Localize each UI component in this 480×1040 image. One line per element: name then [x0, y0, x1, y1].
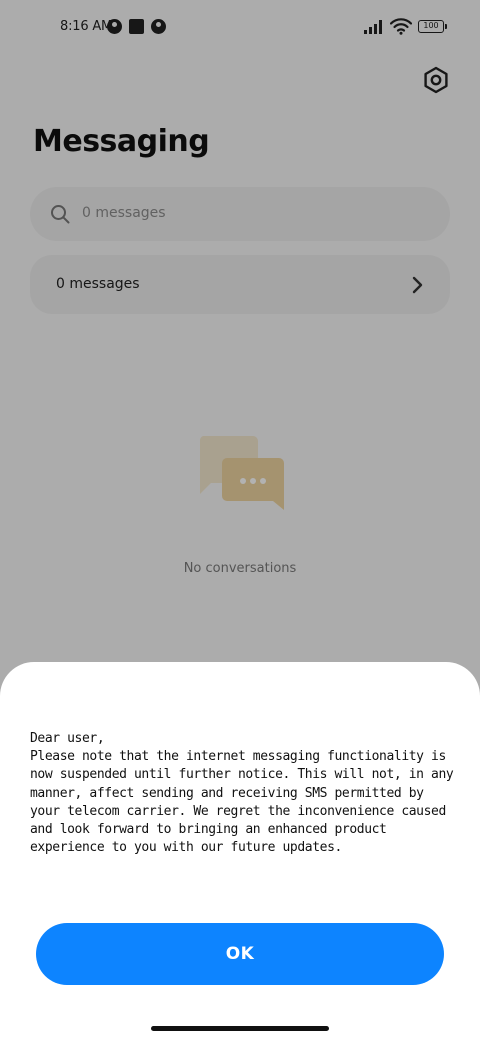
notice-dialog: Dear user, Please note that the internet… — [0, 662, 480, 1040]
ok-button[interactable]: OK — [36, 923, 444, 985]
home-indicator[interactable] — [151, 1026, 329, 1031]
notice-message: Dear user, Please note that the internet… — [30, 731, 454, 856]
